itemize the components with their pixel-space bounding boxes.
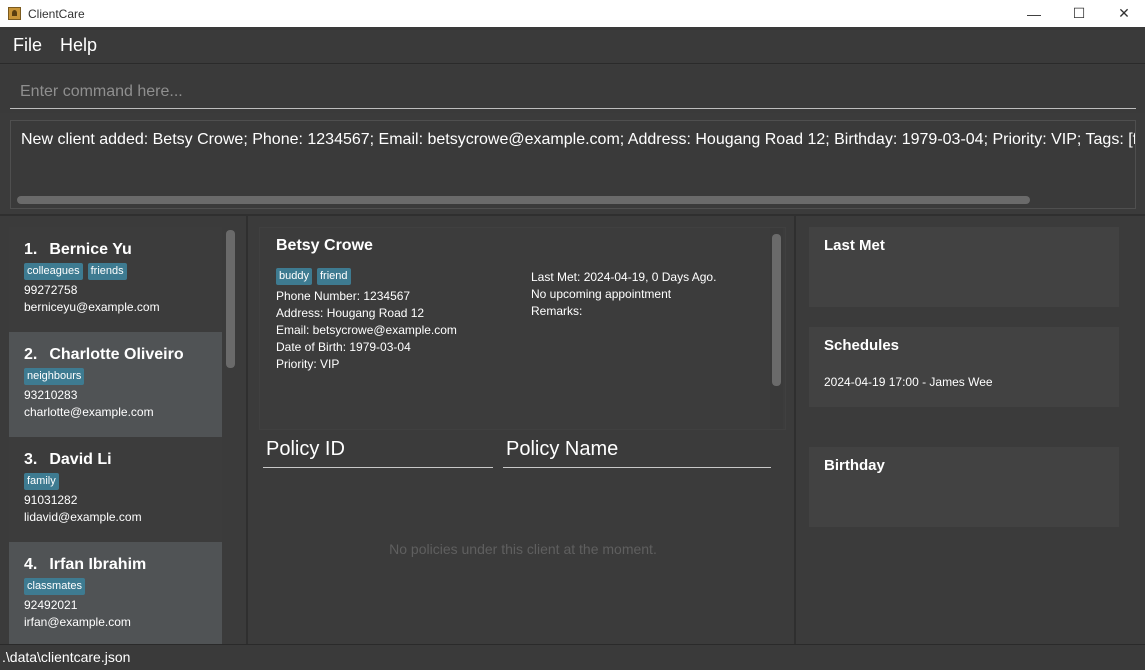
- client-card[interactable]: 2. Charlotte Oliveiro neighbours 9321028…: [9, 332, 222, 437]
- title-bar: ClientCare — ☐ ✕: [0, 0, 1145, 27]
- policy-empty-message: No policies under this client at the mom…: [389, 541, 657, 557]
- tag-list: colleagues friends: [24, 263, 207, 280]
- detail-dob: Date of Birth: 1979-03-04: [276, 340, 411, 354]
- client-phone: 92492021: [24, 598, 78, 612]
- result-scrollbar[interactable]: [17, 196, 1030, 204]
- tag-list: classmates: [24, 578, 207, 595]
- result-display: New client added: Betsy Crowe; Phone: 12…: [10, 120, 1136, 209]
- detail-tag-list: buddy friend: [276, 268, 351, 285]
- client-index: 2.: [24, 346, 38, 363]
- detail-info: Phone Number: 1234567 Address: Hougang R…: [276, 288, 457, 373]
- client-detail-panel: Betsy Crowe buddy friend Phone Number: 1…: [250, 216, 796, 644]
- result-text: New client added: Betsy Crowe; Phone: 12…: [21, 131, 1136, 148]
- tag: family: [24, 473, 59, 490]
- client-card[interactable]: 1. Bernice Yu colleagues friends 9927275…: [9, 227, 222, 332]
- client-email: charlotte@example.com: [24, 405, 154, 419]
- client-index: 3.: [24, 451, 38, 468]
- tag: friends: [87, 263, 127, 280]
- client-name: Bernice Yu: [49, 241, 132, 258]
- maximize-button[interactable]: ☐: [1056, 0, 1102, 27]
- schedule-entry: 2024-04-19 17:00 - James Wee: [824, 375, 993, 389]
- menu-bar: File Help: [0, 27, 1145, 64]
- detail-name: Betsy Crowe: [276, 237, 373, 254]
- app-icon: [8, 7, 21, 20]
- detail-meeting-info: Last Met: 2024-04-19, 0 Days Ago. No upc…: [531, 269, 716, 320]
- schedules-card: Schedules 2024-04-19 17:00 - James Wee: [809, 327, 1119, 407]
- detail-remarks: Remarks:: [531, 304, 583, 318]
- client-index: 1.: [24, 241, 38, 258]
- policy-name-header: Policy Name: [503, 438, 771, 468]
- command-area: [0, 65, 1145, 113]
- tag: buddy: [276, 268, 312, 285]
- client-name: Irfan Ibrahim: [49, 556, 147, 573]
- client-name: Charlotte Oliveiro: [49, 346, 184, 363]
- client-email: lidavid@example.com: [24, 510, 142, 524]
- schedules-title: Schedules: [824, 337, 900, 354]
- detail-priority: Priority: VIP: [276, 357, 340, 371]
- detail-phone: Phone Number: 1234567: [276, 289, 411, 303]
- birthday-card: Birthday: [809, 447, 1119, 527]
- command-input[interactable]: [10, 75, 1136, 109]
- client-email: irfan@example.com: [24, 615, 131, 629]
- side-panel: Last Met Schedules 2024-04-19 17:00 - Ja…: [798, 216, 1145, 644]
- menu-help[interactable]: Help: [60, 35, 97, 56]
- client-list-scrollbar[interactable]: [226, 230, 235, 368]
- detail-last-met: Last Met: 2024-04-19, 0 Days Ago.: [531, 270, 717, 284]
- last-met-card: Last Met: [809, 227, 1119, 307]
- last-met-title: Last Met: [824, 237, 885, 254]
- tag: neighbours: [24, 368, 85, 385]
- client-detail-card: Betsy Crowe buddy friend Phone Number: 1…: [259, 227, 786, 430]
- birthday-title: Birthday: [824, 457, 885, 474]
- detail-address: Address: Hougang Road 12: [276, 306, 425, 320]
- app-window: ClientCare — ☐ ✕ File Help New client ad…: [0, 0, 1145, 670]
- client-list: 1. Bernice Yu colleagues friends 9927275…: [0, 216, 248, 644]
- status-bar: .\data\clientcare.json: [0, 644, 1145, 670]
- tag: friend: [316, 268, 351, 285]
- detail-appointment: No upcoming appointment: [531, 287, 672, 301]
- client-name: David Li: [49, 451, 112, 468]
- tag: colleagues: [24, 263, 83, 280]
- menu-file[interactable]: File: [13, 35, 42, 56]
- client-email: berniceyu@example.com: [24, 300, 160, 314]
- detail-scrollbar[interactable]: [772, 234, 781, 386]
- client-phone: 93210283: [24, 388, 78, 402]
- minimize-button[interactable]: —: [1011, 0, 1057, 27]
- window-title: ClientCare: [28, 6, 85, 21]
- tag-list: neighbours: [24, 368, 207, 385]
- client-phone: 91031282: [24, 493, 78, 507]
- client-phone: 99272758: [24, 283, 78, 297]
- client-card[interactable]: 4. Irfan Ibrahim classmates 92492021 irf…: [9, 542, 222, 644]
- tag: classmates: [24, 578, 86, 595]
- close-button[interactable]: ✕: [1101, 0, 1145, 27]
- detail-email: Email: betsycrowe@example.com: [276, 323, 457, 337]
- tag-list: family: [24, 473, 207, 490]
- policy-id-header: Policy ID: [263, 438, 493, 468]
- client-index: 4.: [24, 556, 38, 573]
- data-file-path: .\data\clientcare.json: [2, 649, 131, 665]
- client-card[interactable]: 3. David Li family 91031282 lidavid@exam…: [9, 437, 222, 542]
